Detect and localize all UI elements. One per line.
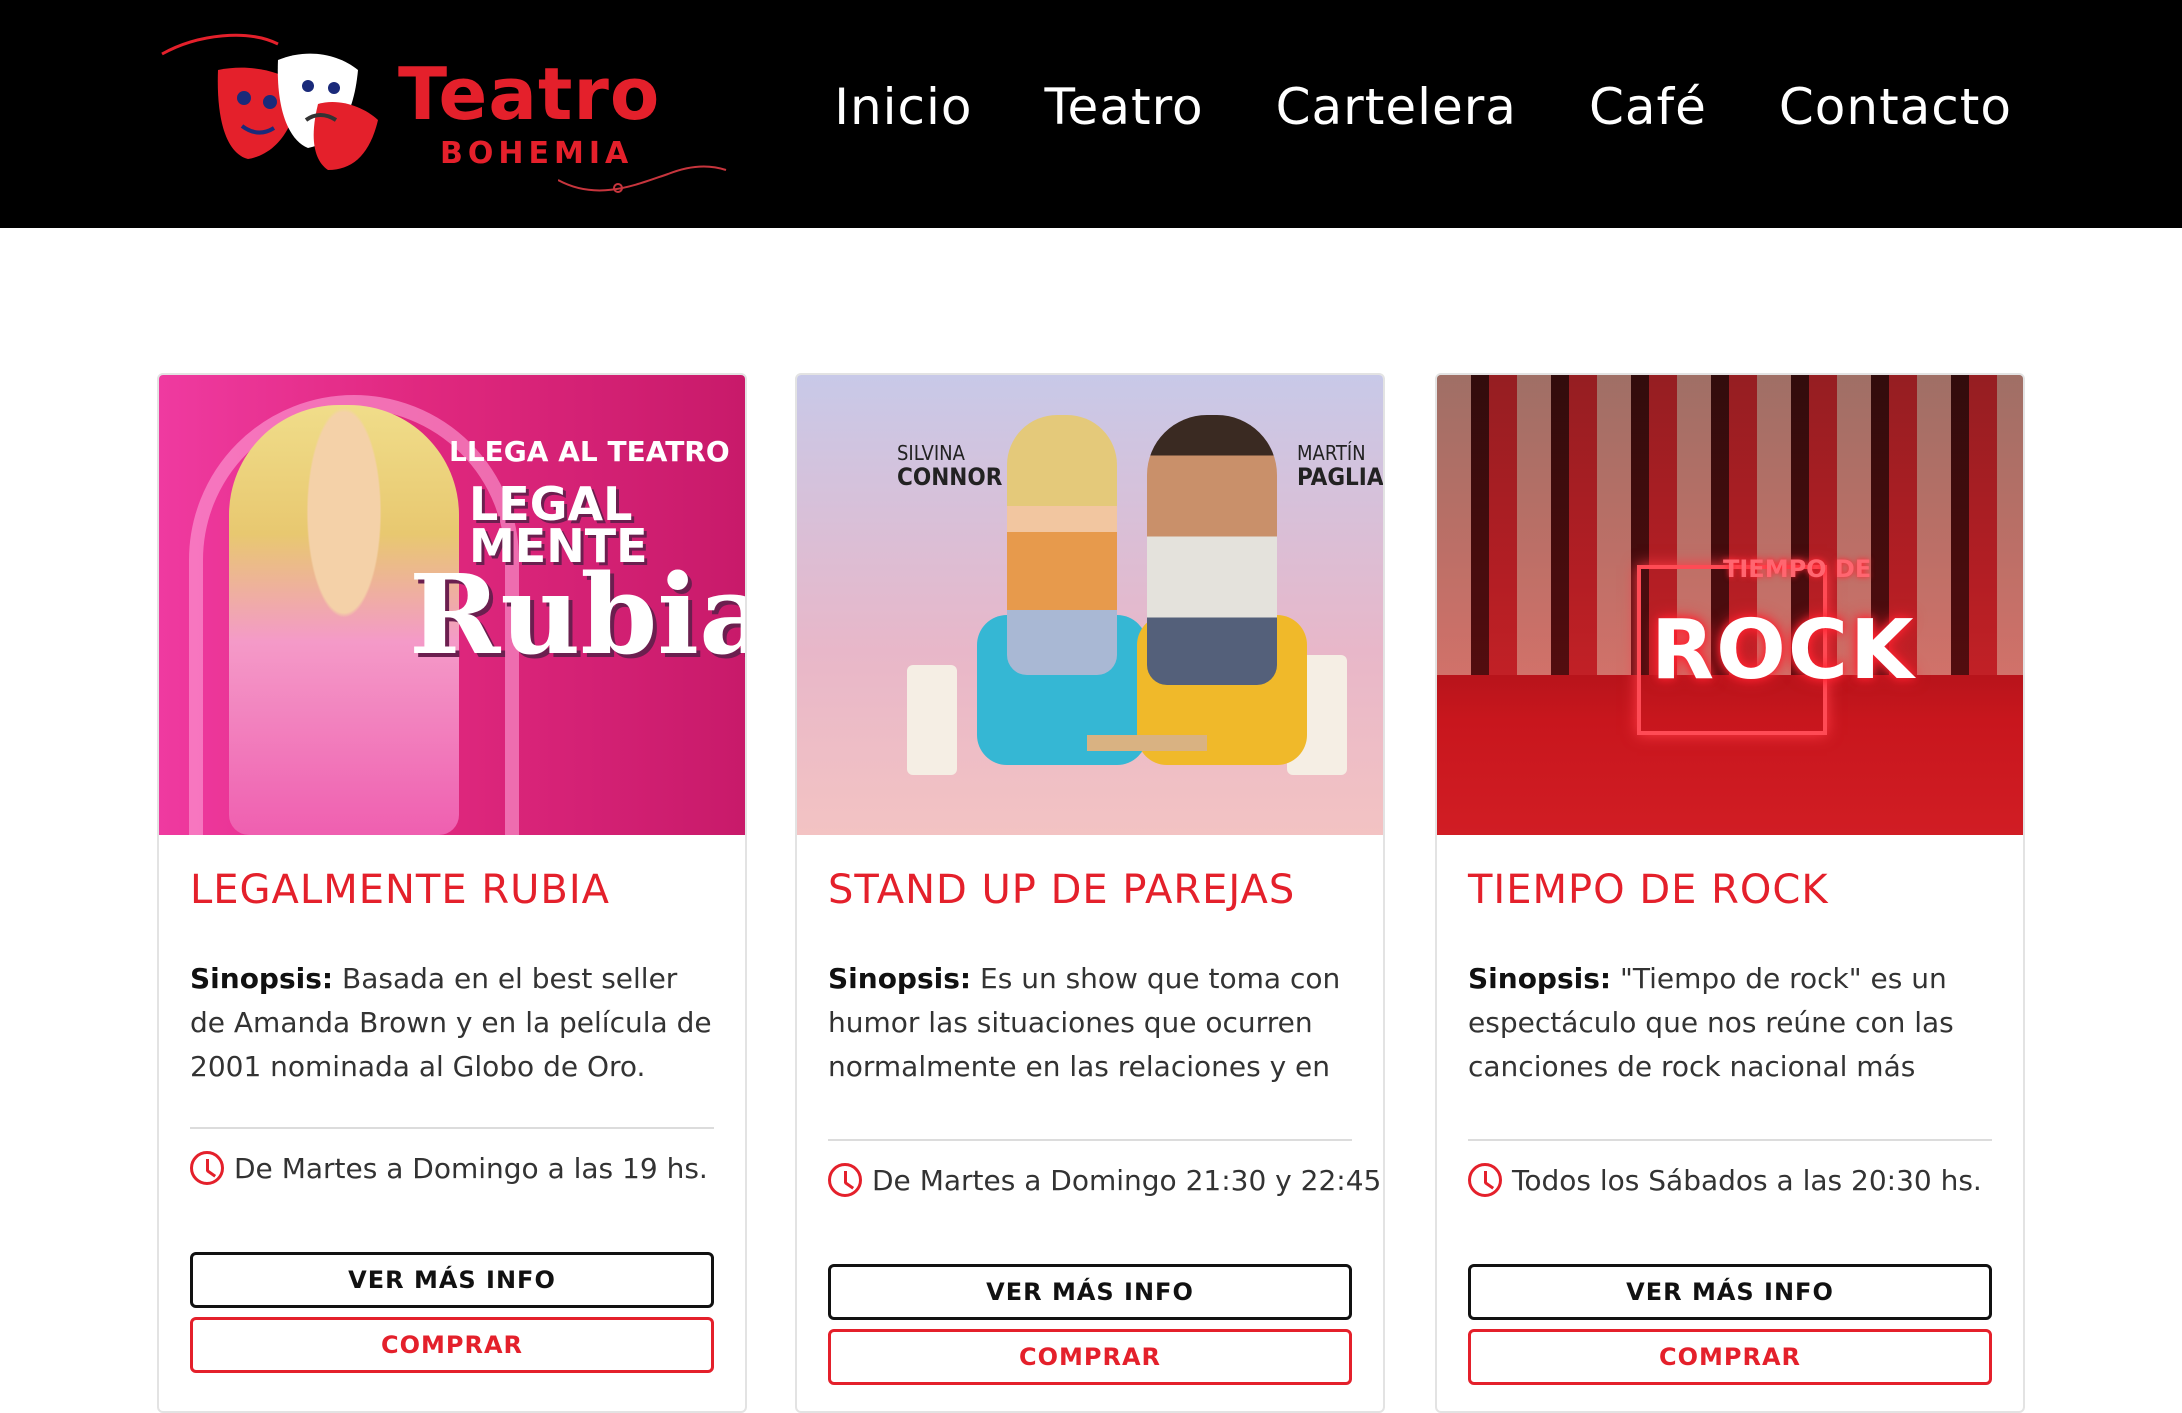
- clock-icon: [190, 1151, 224, 1185]
- site-header: Teatro BOHEMIA Inicio Teatro Cartelera C…: [0, 0, 2182, 228]
- logo-swirl-icon: [558, 165, 727, 193]
- poster-tagline: LLEGA AL TEATRO: [449, 435, 730, 468]
- show-title: LEGALMENTE RUBIA: [190, 867, 611, 913]
- nav-item-cartelera[interactable]: Cartelera: [1276, 78, 1517, 136]
- poster-actress: [1007, 415, 1117, 675]
- poster-plant: [907, 665, 957, 775]
- show-poster-image[interactable]: SILVINA CONNOR MARTÍN PAGLIA: [797, 375, 1383, 835]
- nav-item-teatro[interactable]: Teatro: [1045, 78, 1204, 136]
- poster-title-big: Rubia: [409, 550, 745, 679]
- synopsis-label: Sinopsis:: [190, 962, 334, 995]
- logo-wordmark: Teatro: [398, 52, 661, 136]
- show-poster-image[interactable]: LLEGA AL TEATRO LEGAL MENTE Rubia: [159, 375, 745, 835]
- show-title: STAND UP DE PAREJAS: [828, 867, 1296, 913]
- poster-name-right: MARTÍN PAGLIA: [1297, 441, 1383, 491]
- show-schedule: De Martes a Domingo a las 19 hs.: [190, 1151, 708, 1185]
- theater-masks-icon: [161, 33, 378, 170]
- main-nav: Inicio Teatro Cartelera Café Contacto: [834, 78, 2012, 136]
- comprar-button[interactable]: COMPRAR: [828, 1329, 1352, 1385]
- synopsis-label: Sinopsis:: [828, 962, 972, 995]
- ver-mas-info-button[interactable]: VER MÁS INFO: [1468, 1264, 1992, 1320]
- poster-neon-subtitle: TIEMPO DE: [1723, 555, 1872, 583]
- show-schedule: Todos los Sábados a las 20:30 hs.: [1468, 1163, 1982, 1197]
- show-card-tiempo-de-rock: TIEMPO DE ROCK TIEMPO DE ROCK Sinopsis: …: [1435, 373, 2025, 1413]
- poster-table: [1087, 735, 1207, 751]
- show-title: TIEMPO DE ROCK: [1468, 867, 1829, 913]
- schedule-text: De Martes a Domingo 21:30 y 22:45 h: [872, 1163, 1385, 1197]
- ver-mas-info-button[interactable]: VER MÁS INFO: [828, 1264, 1352, 1320]
- clock-icon: [828, 1163, 862, 1197]
- ver-mas-info-button[interactable]: VER MÁS INFO: [190, 1252, 714, 1308]
- schedule-text: Todos los Sábados a las 20:30 hs.: [1512, 1163, 1982, 1197]
- comprar-button[interactable]: COMPRAR: [1468, 1329, 1992, 1385]
- show-card-stand-up-de-parejas: SILVINA CONNOR MARTÍN PAGLIA STAND UP DE…: [795, 373, 1385, 1413]
- show-synopsis: Sinopsis: "Tiempo de rock" es un espectá…: [1468, 957, 1998, 1089]
- show-synopsis: Sinopsis: Basada en el best seller de Am…: [190, 957, 720, 1089]
- nav-item-inicio[interactable]: Inicio: [834, 78, 972, 136]
- clock-icon: [1468, 1163, 1502, 1197]
- poster-neon-title: ROCK: [1651, 603, 1916, 698]
- nav-item-contacto[interactable]: Contacto: [1779, 78, 2012, 136]
- synopsis-label: Sinopsis:: [1468, 962, 1612, 995]
- comprar-button[interactable]: COMPRAR: [190, 1317, 714, 1373]
- divider: [828, 1139, 1352, 1141]
- divider: [1468, 1139, 1992, 1141]
- schedule-text: De Martes a Domingo a las 19 hs.: [234, 1151, 708, 1185]
- poster-actor: [1147, 415, 1277, 685]
- poster-name-left: SILVINA CONNOR: [897, 441, 1003, 491]
- show-synopsis: Sinopsis: Es un show que toma con humor …: [828, 957, 1358, 1089]
- show-schedule: De Martes a Domingo 21:30 y 22:45 h: [828, 1163, 1385, 1197]
- teatro-bohemia-logo[interactable]: Teatro BOHEMIA: [158, 24, 727, 194]
- show-card-legalmente-rubia: LLEGA AL TEATRO LEGAL MENTE Rubia LEGALM…: [157, 373, 747, 1413]
- show-poster-image[interactable]: TIEMPO DE ROCK: [1437, 375, 2023, 835]
- nav-item-cafe[interactable]: Café: [1589, 78, 1707, 136]
- divider: [190, 1127, 714, 1129]
